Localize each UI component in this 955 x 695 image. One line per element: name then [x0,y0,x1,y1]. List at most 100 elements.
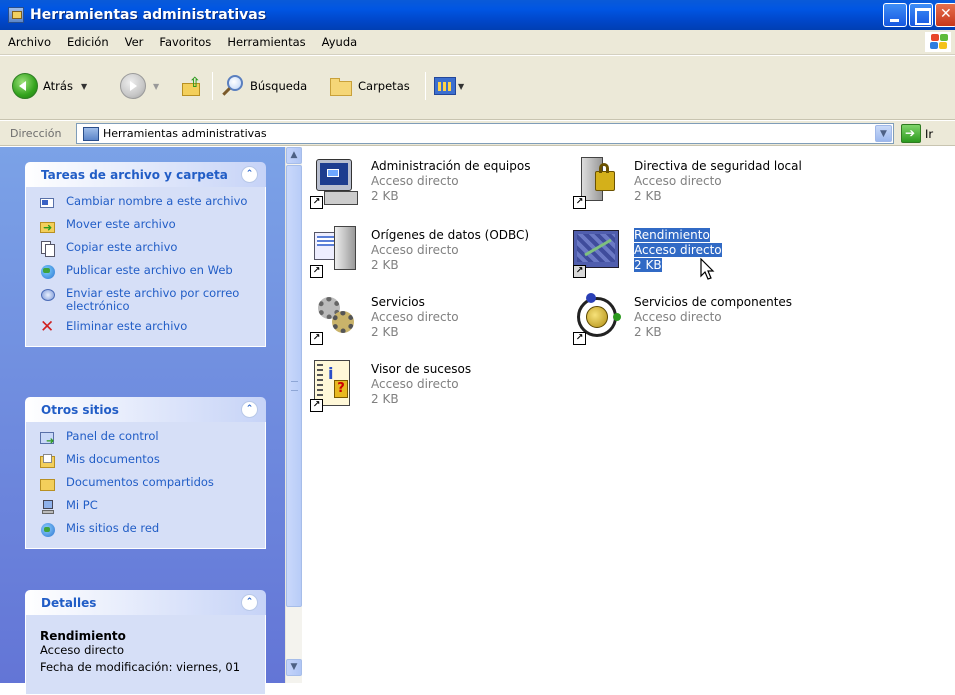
file-item[interactable]: ↗ Administración de equipos Acceso direc… [310,157,530,209]
task-publish[interactable]: Publicar este archivo en Web [40,264,255,280]
shortcut-arrow-icon: ↗ [310,265,323,278]
collapse-chevron-icon[interactable]: ⌃ [241,594,258,611]
folders-label: Carpetas [358,79,410,93]
file-item[interactable]: ↗ Orígenes de datos (ODBC) Acceso direct… [310,226,529,278]
scroll-down-icon[interactable]: ▼ [286,659,302,676]
back-dropdown-icon[interactable]: ▼ [81,82,87,91]
shortcut-arrow-icon: ↗ [573,196,586,209]
services-icon: ↗ [310,293,360,345]
place-network[interactable]: Mis sitios de red [40,522,255,538]
task-rename[interactable]: Cambiar nombre a este archivo [40,195,255,211]
task-pane-scrollbar[interactable]: ▲ ▼ [285,147,302,683]
file-tasks-title: Tareas de archivo y carpeta [41,167,228,182]
task-move[interactable]: ➜ Mover este archivo [40,218,255,234]
task-email[interactable]: Enviar este archivo por correo electróni… [40,287,255,313]
back-button[interactable]: Atrás ▼ [12,66,87,106]
file-item[interactable]: ↗ Servicios de componentes Acceso direct… [573,293,792,345]
computer-management-icon: ↗ [310,157,360,209]
details-body: Rendimiento Acceso directo Fecha de modi… [25,615,266,695]
details-header[interactable]: Detalles ⌃ [25,590,266,615]
shared-documents-icon [40,476,56,492]
file-size: 2 KB [634,258,662,272]
close-button[interactable] [935,3,955,27]
views-button[interactable]: ▼ [434,66,464,106]
minimize-button[interactable] [883,3,907,27]
go-arrow-icon[interactable] [901,124,921,143]
search-icon [220,73,246,99]
other-places-panel: Otros sitios ⌃ ➜ Panel de control Mis do… [25,397,266,549]
file-item[interactable]: ↗ Servicios Acceso directo 2 KB [310,293,459,345]
place-shared-documents[interactable]: Documentos compartidos [40,476,255,492]
file-name: Rendimiento [634,228,710,242]
scroll-thumb[interactable] [286,165,302,607]
scroll-up-icon[interactable]: ▲ [286,147,302,164]
email-icon [40,287,56,303]
file-tasks-panel: Tareas de archivo y carpeta ⌃ Cambiar no… [25,162,266,347]
forward-dropdown-icon[interactable]: ▼ [153,82,159,91]
place-label: Panel de control [66,429,159,443]
file-size: 2 KB [371,258,399,272]
place-label: Mi PC [66,498,98,512]
search-label: Búsqueda [250,79,308,93]
file-type: Acceso directo [371,310,459,324]
publish-web-icon [40,264,56,280]
shortcut-arrow-icon: ↗ [573,265,586,278]
file-name: Directiva de seguridad local [634,159,802,173]
place-my-computer[interactable]: Mi PC [40,499,255,515]
details-panel: Detalles ⌃ Rendimiento Acceso directo Fe… [25,590,266,695]
component-services-icon: ↗ [573,293,623,345]
task-label: Enviar este archivo por correo electróni… [66,286,240,313]
collapse-chevron-icon[interactable]: ⌃ [241,401,258,418]
address-value: Herramientas administrativas [103,127,267,140]
menu-favoritos[interactable]: Favoritos [151,35,219,49]
copy-icon [40,241,56,257]
views-icon [434,77,456,95]
file-tasks-header[interactable]: Tareas de archivo y carpeta ⌃ [25,162,266,187]
place-my-documents[interactable]: Mis documentos [40,453,255,469]
go-button[interactable]: Ir [925,127,933,141]
views-dropdown-icon: ▼ [458,81,465,91]
file-name: Visor de sucesos [371,362,472,376]
task-copy[interactable]: Copiar este archivo [40,241,255,257]
file-name: Orígenes de datos (ODBC) [371,228,530,242]
shortcut-arrow-icon: ↗ [310,332,323,345]
file-type: Acceso directo [634,243,722,257]
folders-button[interactable]: Carpetas [328,66,410,106]
my-documents-icon [40,453,56,469]
up-folder-button[interactable]: ⇧ [180,66,204,106]
maximize-button[interactable] [909,3,933,27]
address-dropdown-icon[interactable]: ▼ [875,125,892,142]
menu-archivo[interactable]: Archivo [0,35,59,49]
admin-tools-icon [8,7,24,23]
file-size: 2 KB [634,325,662,339]
performance-icon: ↗ [573,226,623,278]
forward-button[interactable]: ▼ [120,66,159,106]
place-label: Documentos compartidos [66,475,214,489]
folders-icon [328,75,354,97]
my-computer-icon [40,499,56,515]
search-button[interactable]: Búsqueda [220,66,307,106]
local-security-policy-icon: ↗ [573,157,623,209]
file-item[interactable]: i ? ↗ Visor de sucesos Acceso directo 2 … [310,360,471,412]
details-name: Rendimiento [40,629,126,643]
menu-ayuda[interactable]: Ayuda [314,35,366,49]
address-bar: Dirección Herramientas administrativas ▼… [0,121,955,146]
shortcut-arrow-icon: ↗ [310,399,323,412]
toolbar: Atrás ▼ ▼ ⇧ Búsqueda Carpetas ▼ [0,56,955,120]
address-label: Dirección [10,127,62,140]
windows-logo-icon [925,32,951,52]
place-label: Mis sitios de red [66,521,160,535]
admin-tools-icon [83,126,99,141]
menu-edicion[interactable]: Edición [59,35,117,49]
place-control-panel[interactable]: ➜ Panel de control [40,429,255,447]
file-item[interactable]: ↗ Directiva de seguridad local Acceso di… [573,157,802,209]
task-delete[interactable]: ✕ Eliminar este archivo [40,319,255,336]
other-places-header[interactable]: Otros sitios ⌃ [25,397,266,422]
other-places-body: ➜ Panel de control Mis documentos Docume… [25,422,266,549]
menu-herramientas[interactable]: Herramientas [219,35,313,49]
collapse-chevron-icon[interactable]: ⌃ [241,166,258,183]
menu-ver[interactable]: Ver [117,35,152,49]
event-viewer-icon: i ? ↗ [310,360,360,412]
details-modified: Fecha de modificación: viernes, 01 [40,660,241,674]
address-input[interactable]: Herramientas administrativas ▼ [76,123,894,144]
